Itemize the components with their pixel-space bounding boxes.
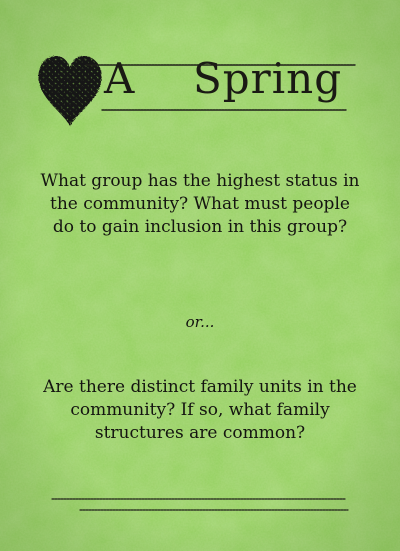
- separator-text: or...: [185, 313, 215, 331]
- prompt-card: A Spring What group has the highest stat…: [0, 0, 400, 551]
- primary-question: What group has the highest status in the…: [40, 171, 360, 237]
- card-title: Spring: [193, 54, 343, 103]
- alternate-question: Are there distinct family units in the c…: [43, 377, 357, 443]
- heart-icon: [38, 56, 102, 126]
- card-rank: A: [104, 54, 136, 103]
